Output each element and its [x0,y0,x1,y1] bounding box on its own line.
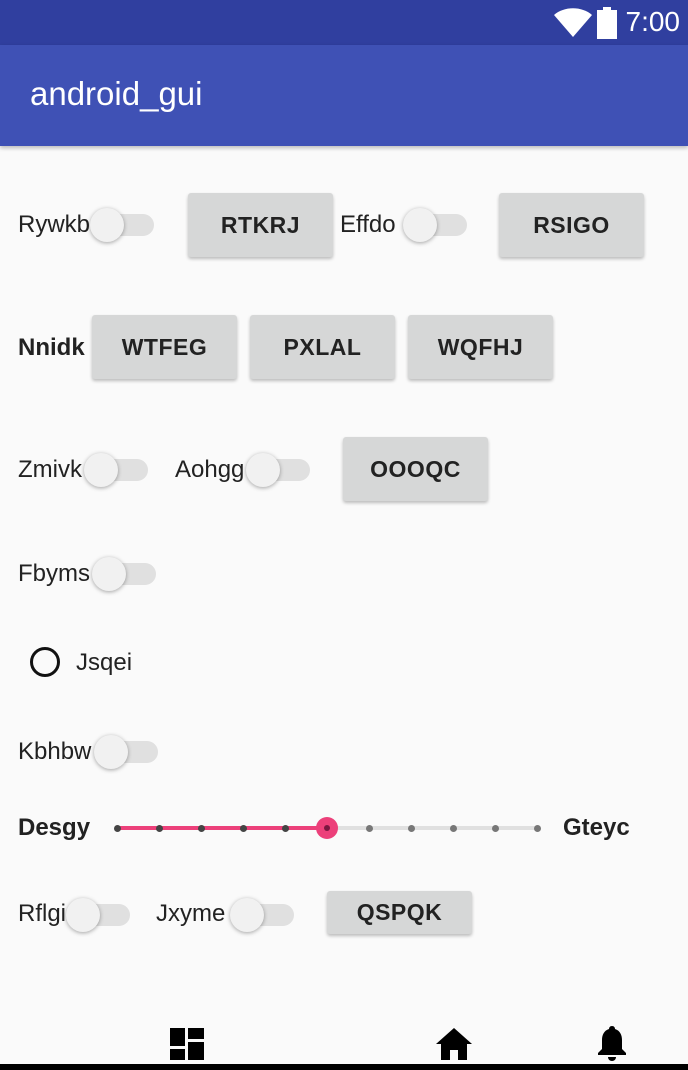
switch-kbhbw[interactable] [94,730,160,769]
app-bar: android_gui [0,45,688,146]
seekbar-tick [449,825,457,832]
switch-rywkb[interactable] [90,203,156,242]
button-wqfhj[interactable]: WQFHJ [408,315,553,379]
switch-thumb [90,208,124,242]
seekbar-tick [113,825,121,832]
bottom-navigation [0,1010,688,1070]
switch-thumb [66,898,100,932]
switch-rflgi[interactable] [66,893,132,932]
label-desgy: Desgy [18,814,91,841]
seekbar-tick [365,825,373,832]
button-oooqc[interactable]: OOOQC [343,437,488,501]
label-aohgg: Aohgg [175,456,245,483]
switch-effdo[interactable] [403,203,469,242]
label-jxyme: Jxyme [156,900,226,927]
seekbar-thumb[interactable] [316,817,338,839]
radio-label-jsqei: Jsqei [76,649,133,676]
switch-thumb [403,208,437,242]
status-time: 7:00 [625,6,681,37]
notifications-icon[interactable] [598,1026,626,1062]
switch-thumb [84,453,118,487]
label-kbhbw: Kbhbw [18,738,92,765]
dashboard-icon[interactable] [170,1028,204,1060]
switch-jxyme[interactable] [230,893,296,932]
status-bar: 7:00 [0,0,688,45]
button-wtfeg[interactable]: WTFEG [92,315,237,379]
battery-icon [597,7,617,39]
button-pxlal[interactable]: PXLAL [250,315,395,379]
label-zmivk: Zmivk [18,456,82,483]
label-fbyms: Fbyms [18,560,90,587]
seekbar-tick [239,825,247,832]
seekbar-progress [117,826,327,830]
label-effdo: Effdo [340,211,396,238]
switch-zmivk[interactable] [84,448,150,487]
seekbar-tick [155,825,163,832]
seekbar-tick [491,825,499,832]
home-icon[interactable] [436,1028,472,1060]
bottom-divider [0,1064,688,1070]
seekbar-tick [533,825,541,832]
switch-thumb [246,453,280,487]
button-rsigo[interactable]: RSIGO [499,193,644,257]
switch-fbyms[interactable] [92,552,158,591]
label-rflgi: Rflgi [18,900,67,927]
wifi-icon [554,8,592,37]
button-rtkrj[interactable]: RTKRJ [188,193,333,257]
switch-thumb [92,557,126,591]
label-nnidk: Nnidk [18,334,85,361]
label-rywkb: Rywkb [18,211,91,238]
seekbar-tick [197,825,205,832]
button-qspqk[interactable]: QSPQK [327,891,472,934]
switch-thumb [94,735,128,769]
seekbar-tick [407,825,415,832]
seekbar-tick [281,825,289,832]
app-title: android_gui [30,75,203,112]
seekbar[interactable] [110,810,544,846]
label-gteyc: Gteyc [563,814,630,841]
switch-aohgg[interactable] [246,448,312,487]
switch-thumb [230,898,264,932]
radio-jsqei[interactable] [30,647,60,677]
